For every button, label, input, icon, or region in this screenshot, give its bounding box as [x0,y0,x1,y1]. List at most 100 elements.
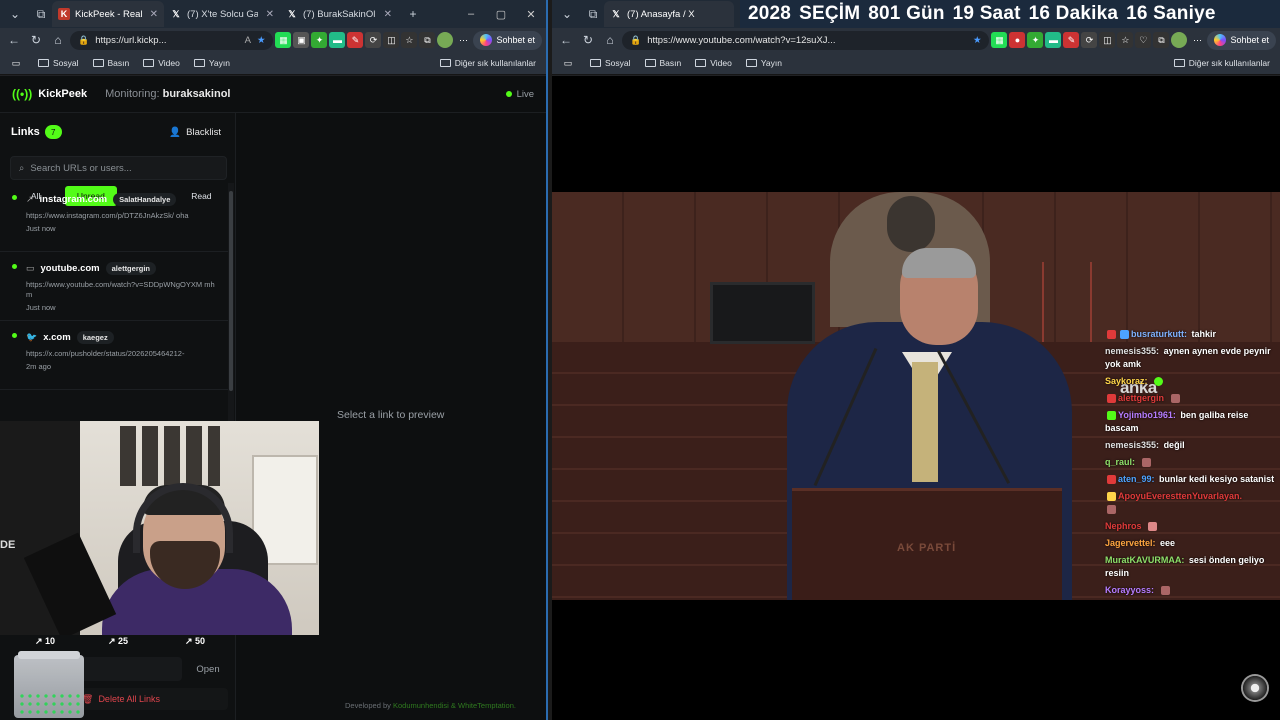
close-icon[interactable]: ✕ [150,9,158,20]
channel-logo-icon[interactable] [1241,674,1269,702]
username-badge: SalatHandalye [113,193,177,206]
blacklist-button[interactable]: 👤 Blacklist [169,127,221,138]
bookmark-folder[interactable]: Basın [92,58,129,68]
bookmarks-menu-icon[interactable]: ▭ [560,55,576,71]
close-icon[interactable]: ✕ [384,9,392,20]
heart-icon[interactable]: ♡ [1135,32,1152,48]
avatar[interactable] [437,32,454,48]
collections-icon[interactable]: ⧉ [1153,32,1170,48]
monitor-screen [710,282,815,344]
link-item[interactable]: ↗ instagram.com SalatHandalye https://ww… [0,183,228,252]
bookmark-folder[interactable]: Sosyal [590,58,631,68]
favorite-star-icon[interactable]: ★ [257,35,266,46]
link-item[interactable]: ▭ youtube.com alettgergin https://www.yo… [0,252,228,321]
copilot-icon [1214,34,1227,46]
home-icon[interactable]: ⌂ [600,30,620,50]
bookmark-folder[interactable]: Yayın [193,58,230,68]
chat-message: nemesis355: değil [1105,440,1185,450]
emote-icon [1154,377,1164,387]
preview-placeholder: Select a link to preview [337,409,445,421]
delete-all-button[interactable]: 🗑 Delete All Links [76,688,228,710]
bookmark-folder[interactable]: Yayın [745,58,782,68]
maximize-icon[interactable]: ▢ [486,0,516,28]
collections-icon[interactable]: ⧉ [419,32,436,48]
open-25-button[interactable]: ↗ 25 [108,636,128,647]
refresh-icon[interactable]: ↻ [578,30,598,50]
bookmarks-bar: ▭ Sosyal Basın Video Yayın Diğer sık kul… [0,52,546,75]
extension-icon[interactable]: ▬ [329,32,346,48]
folder-icon [644,59,656,67]
open-count-input[interactable] [80,657,182,681]
extension-icon[interactable]: ⟳ [1081,32,1098,48]
extension-icon[interactable]: ⟳ [365,32,382,48]
live-indicator: Live [505,89,534,100]
tab-kickpeek[interactable]: K KickPeek - Real-time U ✕ [52,1,164,27]
badge-icon [1120,330,1129,340]
other-bookmarks[interactable]: Diğer sık kullanılanlar [1173,58,1270,68]
tab-x-anasayfa[interactable]: 𝕏 (7) Anasayfa / X [604,1,734,27]
workspaces-icon[interactable]: ⧉ [582,3,604,25]
close-icon[interactable]: ✕ [266,9,274,20]
split-screen-icon[interactable]: ◫ [383,32,400,48]
podium-logo: AK PARTİ [897,542,957,554]
bookmark-folder[interactable]: Video [143,58,180,68]
extension-icon[interactable]: ▬ [1045,32,1062,48]
more-icon[interactable]: ⋯ [455,32,471,48]
stream-chat-overlay: busraturkutt: tahkir nemesis355: aynen a… [1105,328,1280,601]
bookmark-folder[interactable]: Video [695,58,732,68]
new-tab-button[interactable]: + [402,3,424,25]
read-aloud-icon[interactable]: A [245,35,251,46]
chat-message: busraturkutt: tahkir [1105,328,1280,341]
link-time: Just now [26,303,56,312]
tab-actions-menu[interactable]: ⌄ [556,3,578,25]
refresh-icon[interactable]: ↻ [26,30,46,50]
lock-icon: 🔒 [78,34,90,45]
open-50-button[interactable]: ↗ 50 [185,636,205,647]
avatar[interactable] [1171,32,1188,48]
unread-dot [12,333,17,338]
extension-icon[interactable]: ✦ [1027,32,1044,48]
copilot-chat-button[interactable]: Sohbet et [1207,30,1276,50]
link-time: Just now [26,224,56,233]
other-bookmarks[interactable]: Diğer sık kullanılanlar [439,58,536,68]
bookmarks-menu-icon[interactable]: ▭ [8,55,24,71]
extension-icon[interactable]: ✦ [311,32,328,48]
minimize-icon[interactable]: – [456,0,486,28]
kickpeek-logo: ((•)) KickPeek [12,87,88,101]
bookmark-folder[interactable]: Sosyal [38,58,79,68]
bookmark-folder[interactable]: Basın [644,58,681,68]
search-input[interactable]: ⌕ Search URLs or users... [10,156,227,180]
open-button[interactable]: Open [190,657,226,681]
extension-icon[interactable]: ● [1009,32,1026,48]
extension-icon[interactable]: ▣ [293,32,310,48]
workspaces-icon[interactable]: ⧉ [30,3,52,25]
youtube-icon: ▭ [26,263,35,273]
tab-x-buraksakinol[interactable]: 𝕏 (7) BurakSakinOl (@bu ✕ [280,1,398,27]
more-icon[interactable]: ⋯ [1189,32,1205,48]
favorite-star-icon[interactable]: ★ [973,35,982,46]
url-field[interactable]: 🔒 https://www.youtube.com/watch?v=12suXJ… [622,30,990,50]
close-window-icon[interactable]: ✕ [516,0,546,28]
extension-icon[interactable]: ✎ [1063,32,1080,48]
tab-actions-menu[interactable]: ⌄ [4,3,26,25]
scrollbar-thumb[interactable] [229,191,233,391]
extension-icon[interactable]: ✎ [347,32,364,48]
url-field[interactable]: 🔒 https://url.kickp... A ★ [70,30,274,50]
split-screen-icon[interactable]: ◫ [1099,32,1116,48]
extension-icon[interactable]: ▦ [275,32,292,48]
badge-icon [1107,330,1116,340]
back-icon[interactable]: ← [556,30,576,50]
favorites-icon[interactable]: ☆ [1117,32,1134,48]
open-10-button[interactable]: ↗ 10 [35,636,55,647]
copilot-chat-button[interactable]: Sohbet et [473,30,542,50]
favorites-icon[interactable]: ☆ [401,32,418,48]
back-icon[interactable]: ← [4,30,24,50]
monitoring-status: Monitoring: buraksakinol [105,88,231,100]
election-countdown-banner: 2028 SEÇİM 801 Gün 19 Saat 16 Dakika 16 … [740,0,1280,28]
tab-x-solcu[interactable]: 𝕏 (7) X'te Solcu Gazete: ✕ [164,1,280,27]
home-icon[interactable]: ⌂ [48,30,68,50]
extension-icon[interactable]: ▦ [991,32,1008,48]
badge-icon [1107,394,1116,404]
link-item[interactable]: 🐦 x.com kaegez https://x.com/pusholder/s… [0,321,228,390]
external-link-icon: ↗ [26,194,34,204]
